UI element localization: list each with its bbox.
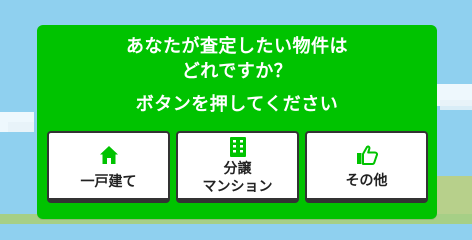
question-line-2: どれですか？ xyxy=(181,61,293,82)
cloud-right-shadow xyxy=(440,100,472,110)
other-label: その他 xyxy=(345,173,388,189)
detached-house-label: 一戸建て xyxy=(80,174,137,190)
house-icon xyxy=(99,146,118,164)
question-panel: あなたが査定したい物件は どれですか？ ボタンを押してください 一戸建て 分譲 … xyxy=(37,25,437,219)
instruction-text: ボタンを押してください xyxy=(135,94,339,115)
question-text: あなたが査定したい物件は どれですか？ xyxy=(37,34,437,84)
building-icon xyxy=(229,137,246,157)
cloud-left-shadow xyxy=(8,122,34,132)
detached-house-button[interactable]: 一戸建て xyxy=(47,131,170,203)
condominium-button[interactable]: 分譲 マンション xyxy=(176,131,299,203)
question-line-1: あなたが査定したい物件は xyxy=(126,36,348,57)
condominium-label: 分譲 マンション xyxy=(202,161,273,195)
thumbs-up-icon xyxy=(356,145,378,165)
other-button[interactable]: その他 xyxy=(305,131,428,203)
